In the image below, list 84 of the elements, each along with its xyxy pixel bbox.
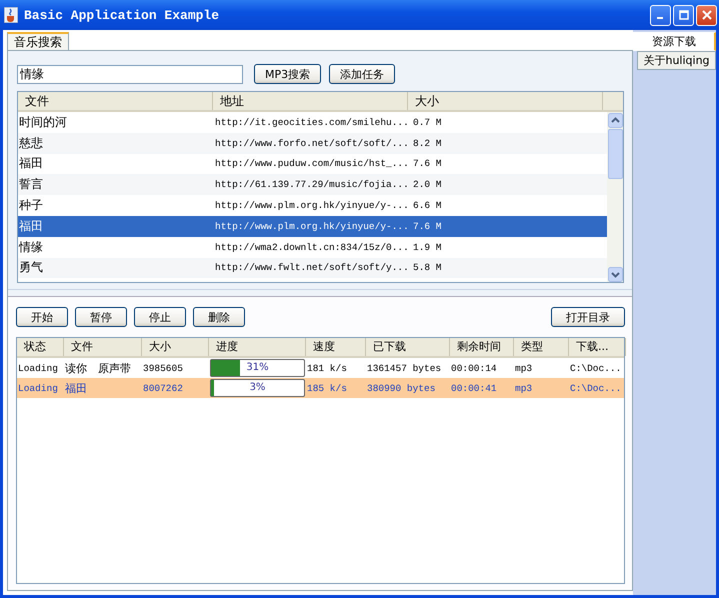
- table-cell-text: 00:00:14: [450, 362, 498, 374]
- table-cell-text: 读你 原声带: [64, 360, 132, 376]
- table-cell-text: C:\Doc...: [569, 362, 622, 374]
- table-row[interactable]: 情缘 http://wma2.downlt.cn:834/15z/0... 1.9 M: [18, 236, 607, 258]
- table-row[interactable]: Loading 福田 8007262 3% 185 k/s 380990 bytes 00:00:41 mp3 C:\Doc...: [17, 378, 624, 398]
- table-cell-text: 2.0 M: [412, 179, 443, 190]
- table-cell-text: 380990 bytes: [366, 382, 436, 394]
- table-cell-text: 情缘: [18, 238, 44, 256]
- column-header[interactable]: 剩余时间: [450, 338, 514, 356]
- table-cell-text: 1361457 bytes: [366, 362, 442, 374]
- window-title: Basic Application Example: [24, 8, 220, 22]
- table-row[interactable]: 福田 http://www.plm.org.hk/yinyue/y-... 7.6 M: [18, 216, 607, 237]
- table-cell-text: 0.7 M: [412, 116, 443, 128]
- table-cell-text: http://www.fwlt.net/soft/soft/y...: [214, 262, 408, 274]
- table-cell-text: 种子: [18, 197, 44, 214]
- maximize-button[interactable]: [673, 4, 694, 26]
- progress-text: 3%: [248, 381, 266, 395]
- table-cell-text: 福田: [64, 380, 88, 396]
- table-cell-text: 6.6 M: [412, 200, 443, 212]
- table-cell-text: C:\Doc...: [569, 382, 622, 394]
- table-cell-text: http://www.puduw.com/music/hst_...: [214, 158, 408, 170]
- table-cell-text: http://wma2.downlt.cn:834/15z/0...: [214, 242, 408, 253]
- column-header[interactable]: 进度: [209, 338, 306, 356]
- control-button[interactable]: 暂停: [75, 307, 127, 327]
- column-header[interactable]: 地址: [213, 92, 408, 110]
- table-cell-text: Loading: [17, 362, 59, 374]
- scrollbar[interactable]: [607, 112, 623, 282]
- table-cell-text: 慈悲: [18, 134, 44, 152]
- table-cell-text: 185 k/s: [306, 382, 348, 394]
- table-row[interactable]: 福田 http://www.puduw.com/music/hst_... 7.6 M: [18, 154, 607, 174]
- table-cell-text: Loading: [17, 382, 59, 394]
- side-tab[interactable]: 关于huliqing: [637, 51, 716, 70]
- tab[interactable]: 音乐搜索: [7, 32, 69, 50]
- column-header[interactable]: 大小: [408, 92, 603, 110]
- table-row[interactable]: 种子 http://www.plm.org.hk/yinyue/y-... 6.6 M: [18, 195, 607, 216]
- table-row[interactable]: 勇气 http://www.fwlt.net/soft/soft/y... 5.8 M: [18, 258, 607, 278]
- table-cell-text: http://it.geocities.com/smilehu...: [214, 116, 408, 128]
- table-row[interactable]: Loading 读你 原声带 3985605 31% 181 k/s 1361457 bytes 00:00:14 mp3 C:\Doc...: [17, 358, 624, 378]
- table-cell-text: 7.6 M: [412, 158, 443, 170]
- action-button[interactable]: 添加任务: [329, 64, 396, 84]
- close-button[interactable]: [696, 4, 717, 26]
- cup-icon: [4, 7, 18, 23]
- table-cell-text: http://www.plm.org.hk/yinyue/y-...: [214, 220, 408, 232]
- table-cell-text: 3985605: [142, 362, 184, 374]
- table-cell-text: http://www.forfo.net/soft/soft/...: [214, 138, 408, 149]
- close-icon: [702, 10, 712, 20]
- table-cell-text: 8007262: [142, 382, 184, 394]
- table-cell-text: http://61.139.77.29/music/fojia...: [214, 179, 408, 190]
- table-cell-text: 7.6 M: [412, 220, 443, 232]
- side-tab[interactable]: 资源下载: [633, 32, 716, 51]
- column-header[interactable]: 下载...: [569, 338, 626, 356]
- table-cell-text: 181 k/s: [306, 362, 348, 374]
- table-cell-text: 誓言: [18, 176, 44, 194]
- search-field[interactable]: 情缘: [17, 64, 243, 84]
- column-header[interactable]: 状态: [17, 338, 64, 356]
- table-cell-text: 5.8 M: [412, 262, 443, 274]
- table-row[interactable]: 誓言 http://61.139.77.29/music/fojia... 2.0 M: [18, 174, 607, 196]
- control-button[interactable]: 删除: [193, 307, 245, 327]
- table-cell-text: 福田: [18, 155, 44, 172]
- table-cell-text: 时间的河: [18, 114, 68, 131]
- column-header[interactable]: 速度: [306, 338, 366, 356]
- table-cell-text: 福田: [18, 218, 44, 235]
- control-button[interactable]: 开始: [16, 307, 68, 327]
- minimize-button[interactable]: [650, 4, 671, 26]
- table-cell-text: 1.9 M: [412, 242, 443, 253]
- column-header[interactable]: 类型: [514, 338, 569, 356]
- maximize-icon: [678, 10, 688, 20]
- table-row[interactable]: 时间的河 http://it.geocities.com/smilehu... 0.7 M: [18, 112, 607, 133]
- control-button[interactable]: 停止: [134, 307, 186, 327]
- table-cell-text: 勇气: [18, 259, 44, 276]
- table-cell-text: 00:00:41: [450, 382, 498, 394]
- table-cell-text: mp3: [514, 382, 534, 394]
- table-cell-text: mp3: [514, 362, 534, 374]
- table-cell-text: http://www.plm.org.hk/yinyue/y-...: [214, 200, 408, 212]
- progress-text: 31%: [245, 361, 270, 375]
- column-header[interactable]: 文件: [18, 92, 213, 110]
- column-header[interactable]: 大小: [142, 338, 209, 356]
- column-header[interactable]: 文件: [64, 338, 142, 356]
- action-button[interactable]: MP3搜索: [254, 64, 322, 84]
- column-header[interactable]: 已下载: [366, 338, 450, 356]
- table-row[interactable]: 慈悲 http://www.forfo.net/soft/soft/... 8.2 M: [18, 132, 607, 154]
- table-cell-text: 8.2 M: [412, 138, 443, 149]
- open-folder-button[interactable]: 打开目录: [551, 307, 625, 327]
- scroll-thumb[interactable]: [608, 129, 623, 179]
